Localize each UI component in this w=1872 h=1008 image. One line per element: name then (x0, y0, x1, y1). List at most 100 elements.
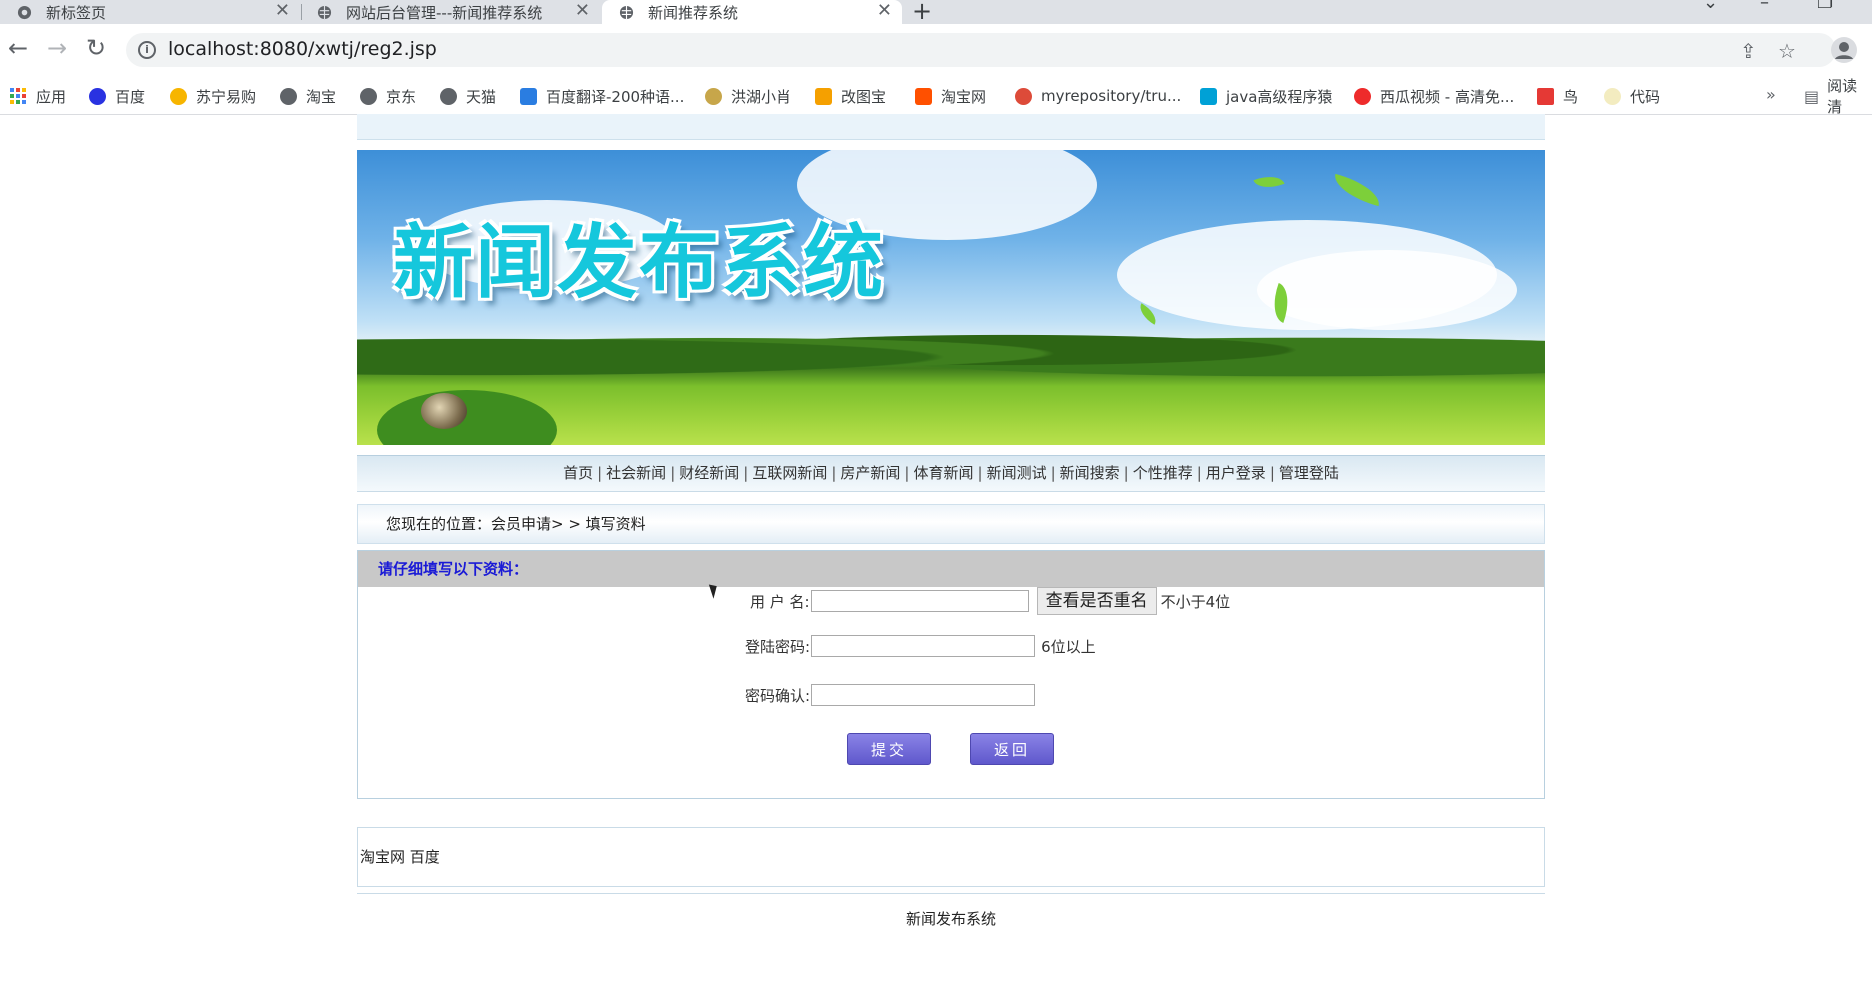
gaitubao-icon (815, 87, 832, 105)
nav-realestate[interactable]: 房产新闻 (840, 464, 900, 482)
nav-search[interactable]: 新闻搜索 (1060, 464, 1120, 482)
new-tab-icon[interactable]: + (912, 0, 932, 25)
bookmarks-bar: 应用 百度 苏宁易购 淘宝 京东 天猫 百度翻译-200种语... 洪湖小肖 改… (0, 77, 1872, 116)
nav-divider: | (1196, 464, 1202, 482)
taobao-icon (915, 87, 932, 105)
bookmark-suning[interactable]: 苏宁易购 (170, 78, 256, 114)
bookmark-java[interactable]: java高级程序猿 (1200, 78, 1332, 114)
bookmark-label: 淘宝网 (941, 87, 987, 106)
share-icon[interactable]: ⇪ (1740, 39, 1757, 63)
site-info-icon[interactable]: i (138, 41, 156, 59)
bookmark-honghu[interactable]: 洪湖小肖 (705, 78, 791, 114)
nav-recommend[interactable]: 个性推荐 (1133, 464, 1193, 482)
bookmark-label: 代码 (1630, 87, 1661, 106)
bookmark-taobao[interactable]: 淘宝 (280, 78, 336, 114)
bookmark-baidu[interactable]: 百度 (89, 78, 145, 114)
nav-test[interactable]: 新闻测试 (987, 464, 1047, 482)
chrome-icon (1015, 87, 1032, 105)
nav-user-login[interactable]: 用户登录 (1206, 464, 1266, 482)
registration-form: 请仔细填写以下资料： 用 户 名: 查看是否重名 不小于4位 登陆密码: 6位以… (357, 550, 1545, 799)
tree-line (357, 315, 1545, 385)
close-tab-icon[interactable]: ✕ (877, 0, 892, 22)
banner-title: 新闻发布系统 (393, 216, 885, 309)
bookmark-xigua[interactable]: 西瓜视频 - 高清免... (1354, 78, 1514, 114)
footer-divider (357, 893, 1545, 894)
bookmark-label: 改图宝 (841, 87, 887, 106)
bookmark-jd[interactable]: 京东 (360, 78, 416, 114)
baidu-paw-icon (89, 87, 106, 105)
username-label: 用 户 名: (750, 592, 810, 611)
password-hint: 6位以上 (1041, 637, 1096, 656)
tab-label: 新闻推荐系统 (648, 3, 739, 22)
bookmark-apps[interactable]: 应用 (10, 78, 66, 114)
nav-sports[interactable]: 体育新闻 (913, 464, 973, 482)
tab-admin[interactable]: 网站后台管理---新闻推荐系统 ✕ (300, 0, 600, 24)
globe-icon (360, 87, 377, 105)
username-input[interactable] (810, 590, 1029, 612)
nav-internet[interactable]: 互联网新闻 (752, 464, 827, 482)
minimize-icon[interactable]: – (1760, 0, 1769, 13)
bird-icon (1537, 87, 1554, 105)
top-strip (357, 114, 1545, 140)
submit-button[interactable]: 提交 (847, 733, 931, 765)
bookmark-tmall[interactable]: 天猫 (440, 78, 496, 114)
globe-icon (280, 87, 297, 105)
username-row: 用 户 名: 查看是否重名 不小于4位 (750, 587, 1230, 615)
bookmark-star-icon[interactable]: ☆ (1778, 39, 1796, 63)
nav-divider: | (1269, 464, 1275, 482)
close-tab-icon[interactable]: ✕ (275, 0, 290, 22)
tab-active[interactable]: 新闻推荐系统 ✕ (602, 0, 902, 24)
url-text[interactable]: localhost:8080/xwtj/reg2.jsp (168, 38, 437, 60)
tab-search-icon[interactable]: ⌄ (1703, 0, 1718, 13)
confirm-label: 密码确认: (745, 686, 811, 705)
nav-home[interactable]: 首页 (563, 464, 593, 482)
password-label: 登陆密码: (745, 637, 811, 656)
bird-icon (705, 87, 722, 105)
back-icon[interactable]: ← (8, 34, 28, 62)
nav-divider: | (977, 464, 983, 482)
main-nav: 首页 | 社会新闻 | 财经新闻 | 互联网新闻 | 房产新闻 | 体育新闻 | 新闻测试 | 新闻搜索 | 个… (357, 455, 1545, 492)
reload-icon[interactable]: ↻ (86, 34, 106, 62)
bookmark-gaitubao[interactable]: 改图宝 (815, 78, 886, 114)
bookmark-baidu-translate[interactable]: 百度翻译-200种语... (520, 78, 684, 114)
globe-icon (440, 87, 457, 105)
check-duplicate-button[interactable]: 查看是否重名 (1036, 587, 1157, 615)
tab-label: 网站后台管理---新闻推荐系统 (346, 3, 543, 22)
bookmark-taobao-net[interactable]: 淘宝网 (915, 78, 986, 114)
nav-divider: | (831, 464, 837, 482)
bookmark-label: 应用 (36, 87, 67, 106)
more-bookmarks-icon[interactable]: » (1766, 85, 1776, 104)
address-bar[interactable]: i localhost:8080/xwtj/reg2.jsp ⇪ ☆ (126, 33, 1836, 67)
leaf-shape (1253, 170, 1285, 194)
bookmark-myrepository[interactable]: myrepository/tru... (1015, 78, 1181, 114)
nav-social[interactable]: 社会新闻 (606, 464, 666, 482)
bookmark-code[interactable]: 代码 (1604, 78, 1660, 114)
nav-divider: | (1123, 464, 1129, 482)
form-heading: 请仔细填写以下资料： (358, 551, 1544, 587)
confirm-password-input[interactable] (811, 684, 1036, 706)
tab-label: 新标签页 (46, 3, 107, 22)
forward-icon[interactable]: → (47, 34, 67, 62)
nav-finance[interactable]: 财经新闻 (679, 464, 739, 482)
bookmark-label: 京东 (386, 87, 417, 106)
xigua-icon (1354, 87, 1371, 105)
suning-icon (170, 87, 187, 105)
restore-icon[interactable]: ❐ (1817, 0, 1833, 13)
username-hint: 不小于4位 (1160, 592, 1231, 611)
reading-list[interactable]: ▤ 阅读清 (1804, 77, 1872, 116)
bookmark-bird[interactable]: 鸟 (1537, 78, 1578, 114)
back-button[interactable]: 返回 (970, 733, 1054, 765)
leaf-shape (1330, 173, 1384, 207)
tab-new-tab[interactable]: 新标签页 ✕ (0, 0, 300, 24)
password-row: 登陆密码: 6位以上 (745, 635, 1096, 657)
breadcrumb: 您现在的位置：会员申请> > 填写资料 (357, 504, 1545, 544)
close-tab-icon[interactable]: ✕ (575, 0, 590, 22)
nav-divider: | (743, 464, 749, 482)
password-input[interactable] (811, 635, 1036, 657)
bookmark-label: 苏宁易购 (196, 87, 257, 106)
bookmark-label: 洪湖小肖 (731, 87, 792, 106)
nav-admin-login[interactable]: 管理登陆 (1279, 464, 1339, 482)
profile-avatar-icon[interactable] (1830, 36, 1858, 64)
big-leaf-shape (377, 390, 557, 445)
bookmark-label: 天猫 (466, 87, 497, 106)
